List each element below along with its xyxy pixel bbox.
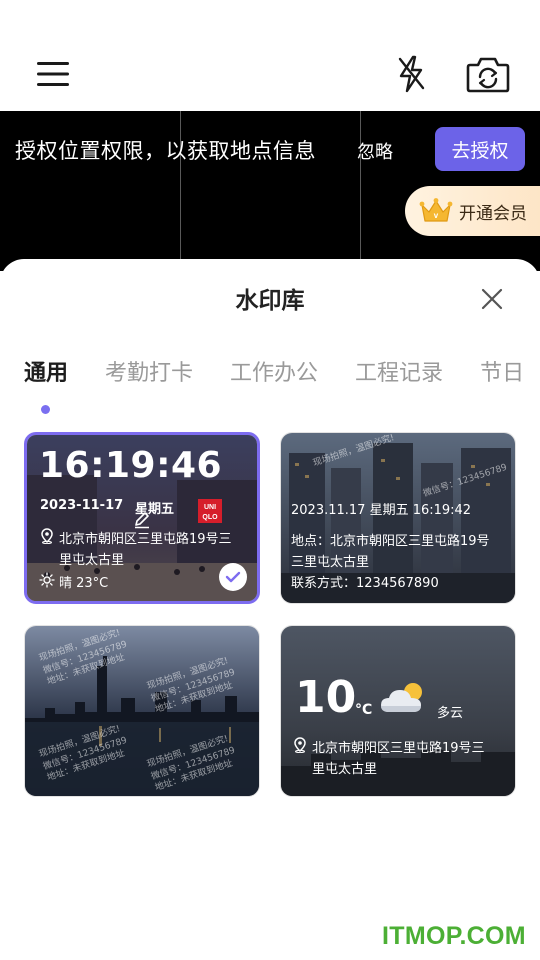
active-tab-indicator (41, 405, 50, 414)
menu-button[interactable] (30, 52, 76, 96)
tab-office[interactable]: 工作办公 (230, 355, 318, 395)
ignore-button[interactable]: 忽略 (357, 138, 393, 164)
watermark-address-line1: 北京市朝阳区三里屯路19号三 (59, 532, 232, 547)
sheet-title: 水印库 (235, 288, 305, 314)
cloud-sun-icon (381, 683, 422, 712)
watermark-date: 2023-11-17 (40, 498, 124, 513)
selected-check (219, 563, 247, 591)
crown-icon: v (419, 198, 453, 222)
check-icon (225, 571, 241, 583)
watermark-datetime: 2023.11.17 星期五 16:19:42 (291, 503, 472, 518)
edit-icon[interactable] (133, 511, 151, 529)
switch-camera-button[interactable] (462, 50, 514, 98)
authorize-button[interactable]: 去授权 (435, 127, 525, 171)
svg-text:v: v (434, 211, 439, 220)
category-tabs: 通用 考勤打卡 工作办公 工程记录 节日 (24, 355, 540, 395)
vip-label: 开通会员 (459, 203, 527, 224)
watermark-weather: 晴 23°C (59, 576, 109, 591)
watermark-library-sheet: 水印库 通用 考勤打卡 工作办公 工程记录 节日 UNI QLO 16:19:4… (0, 259, 540, 960)
location-pin-icon (294, 737, 306, 753)
tab-engineering[interactable]: 工程记录 (355, 355, 443, 395)
vip-button[interactable]: v 开通会员 (405, 186, 540, 236)
watermark-card-faint[interactable]: 现场拍照，温图必究! 微信号：123456789 地址：未获取到地址 现场拍照，… (24, 625, 260, 797)
watermark-time: 16:19:46 (39, 445, 223, 486)
camera-preview[interactable]: 授权位置权限，以获取地点信息 忽略 去授权 v 开通会员 (0, 111, 540, 271)
tab-attendance[interactable]: 考勤打卡 (105, 355, 193, 395)
grid-line (360, 111, 361, 271)
watermark-address-line1: 北京市朝阳区三里屯路19号三 (312, 741, 485, 756)
watermark-contact: 联系方式：1234567890 (291, 576, 439, 591)
tab-holiday[interactable]: 节日 (480, 355, 524, 395)
watermark-address-line2: 三里屯太古里 (291, 555, 370, 570)
watermark-address-line1: 地点：北京市朝阳区三里屯路19号 (291, 534, 490, 549)
store-sign: UNI (204, 504, 216, 511)
watermark-card-time[interactable]: UNI QLO 16:19:46 2023-11-17 星期五 北京市朝阳区三里… (24, 432, 260, 604)
tab-general[interactable]: 通用 (24, 355, 68, 395)
flash-off-icon (398, 55, 425, 93)
close-button[interactable] (478, 285, 506, 313)
temperature-unit: °C (355, 702, 373, 718)
watermark-card-weather[interactable]: 10 °C 多云 北京市朝阳区三里屯路19号三 里屯太古里 (280, 625, 516, 797)
menu-icon (37, 62, 69, 86)
top-bar (0, 0, 540, 111)
sun-icon (39, 572, 55, 588)
permission-prompt-text: 授权位置权限，以获取地点信息 (15, 139, 316, 163)
location-pin-icon (41, 528, 53, 544)
weather-condition: 多云 (437, 706, 464, 721)
switch-camera-icon (466, 57, 510, 93)
watermark-address-line2: 里屯太古里 (312, 762, 378, 777)
watermark-address-line2: 里屯太古里 (59, 553, 125, 568)
close-icon (481, 288, 503, 310)
watermark-card-contact[interactable]: 现场拍照，温图必究! 微信号：123456789 2023.11.17 星期五 … (280, 432, 516, 604)
svg-text:QLO: QLO (202, 514, 218, 521)
site-watermark-logo: ITMOP.COM (382, 922, 526, 950)
flash-button[interactable] (388, 52, 434, 96)
weather-temperature: 10 (295, 672, 357, 723)
